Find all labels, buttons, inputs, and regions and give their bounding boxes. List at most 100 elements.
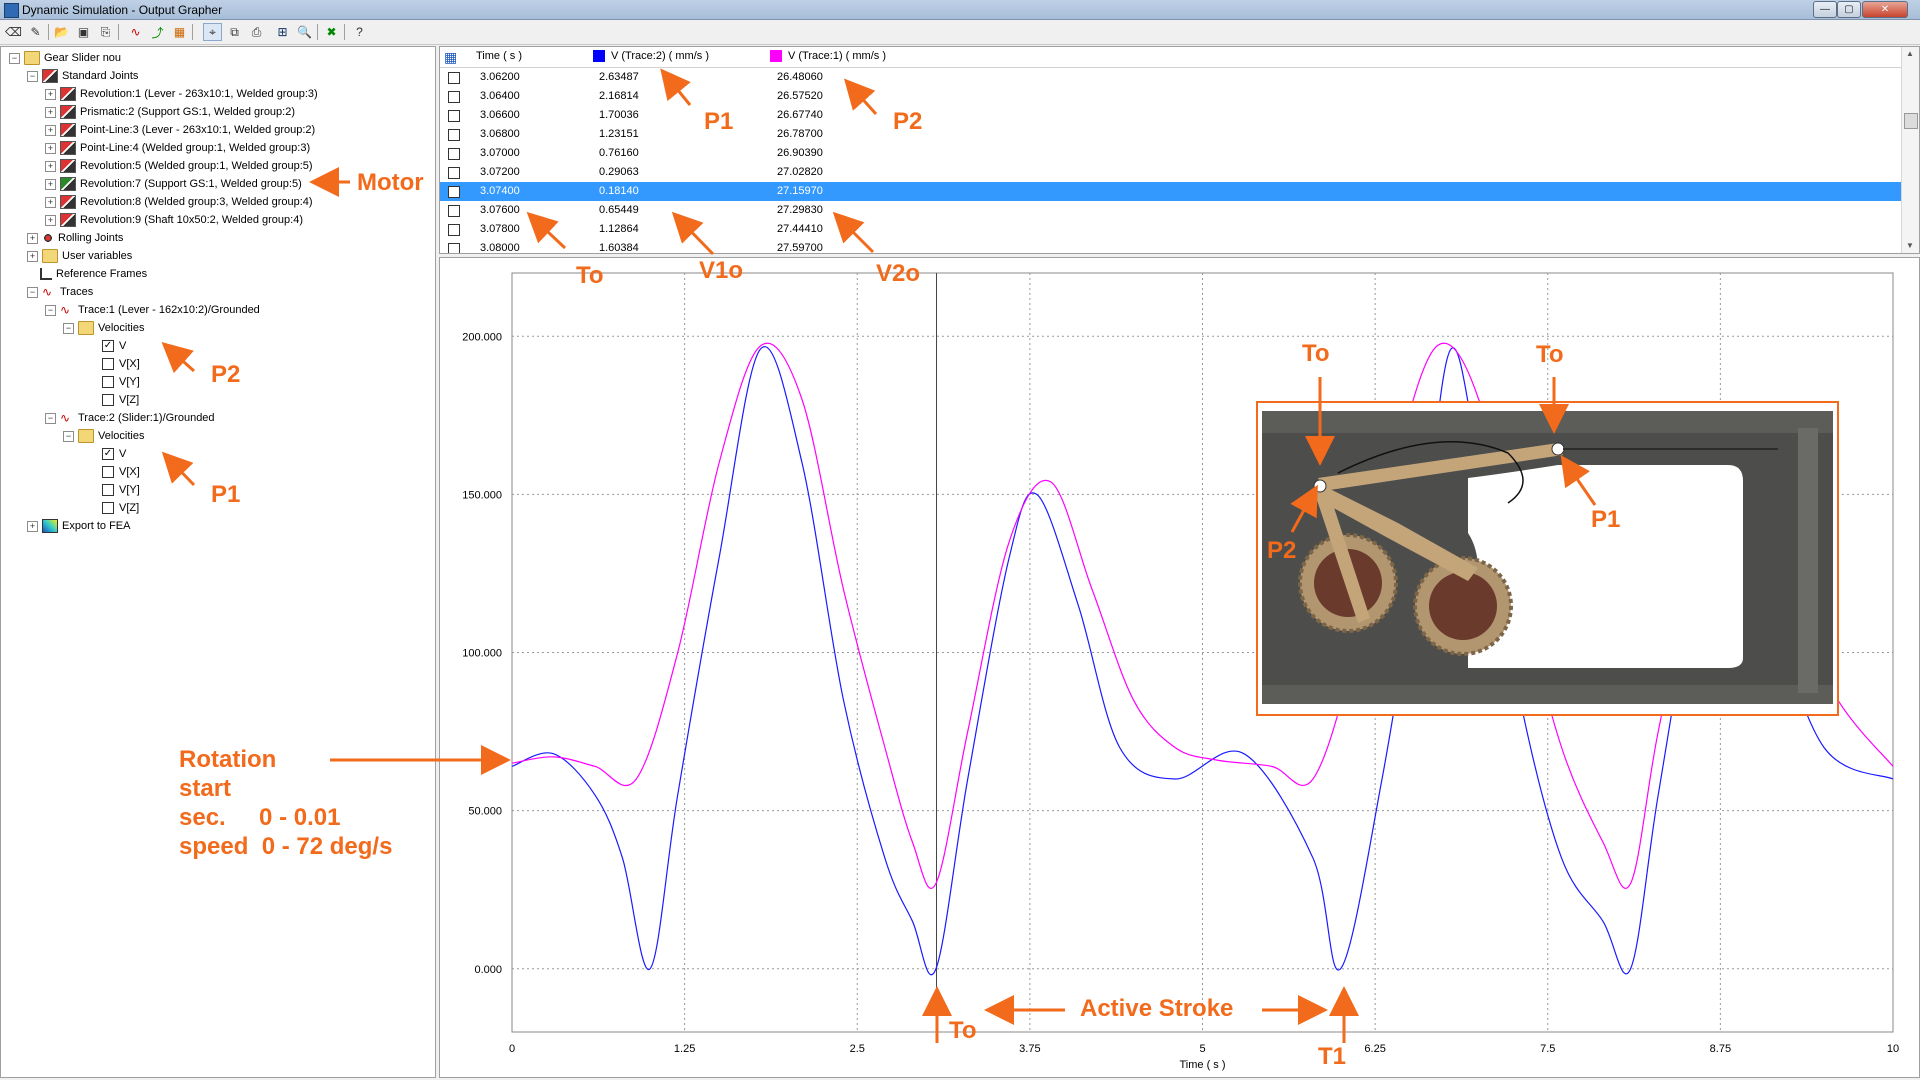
- zoom-icon[interactable]: 🔍: [295, 23, 314, 41]
- tree-trace-2-vy[interactable]: V[Y]: [102, 481, 140, 499]
- chart-icon[interactable]: ▦: [170, 23, 189, 41]
- table-row[interactable]: 3.07800 1.12864 27.44410: [440, 220, 1902, 239]
- column-header-time[interactable]: Time ( s ): [476, 50, 522, 62]
- save-icon[interactable]: ▣: [74, 23, 93, 41]
- table-row[interactable]: 3.06400 2.16814 26.57520: [440, 87, 1902, 106]
- row-checkbox[interactable]: [448, 148, 460, 160]
- column-header-trace2[interactable]: V (Trace:2) ( mm/s ): [593, 50, 709, 63]
- toolbar: ⌫ ✎ 📂 ▣ ⎘ ∿ ⤴ ▦ ⌖ ⧉ ⎙ ⊞ 🔍 ✖ ?: [0, 20, 1920, 45]
- tree-trace-1-velocities[interactable]: − Velocities: [63, 319, 144, 337]
- table-row[interactable]: 3.07000 0.76160 26.90390: [440, 144, 1902, 163]
- toolbar-separator: [118, 24, 119, 40]
- scroll-down-icon[interactable]: ▼: [1906, 241, 1914, 250]
- table-row[interactable]: 3.06600 1.70036 26.67740: [440, 106, 1902, 125]
- tree-joint-point-line-3[interactable]: + Point-Line:3 (Lever - 263x10:1, Welded …: [45, 121, 315, 139]
- tree-reference-frames[interactable]: Reference Frames: [40, 265, 147, 283]
- checkbox-checked[interactable]: ✓: [102, 448, 114, 461]
- table-row[interactable]: 3.08000 1.60384 27.59700: [440, 239, 1902, 253]
- column-header-trace1[interactable]: V (Trace:1) ( mm/s ): [770, 50, 886, 63]
- joint-icon: [60, 159, 76, 174]
- add-curve-icon[interactable]: ⤴: [148, 23, 167, 41]
- tree-label: Gear Slider nou: [44, 52, 122, 64]
- tree-label: V: [119, 340, 127, 352]
- row-checkbox[interactable]: [448, 72, 460, 84]
- scroll-up-icon[interactable]: ▲: [1906, 49, 1914, 58]
- tree-trace-1[interactable]: − ∿ Trace:1 (Lever - 162x10:2)/Grounded: [45, 301, 260, 319]
- folder-icon: [78, 429, 94, 444]
- tree-joint-revolution-1[interactable]: + Revolution:1 (Lever - 263x10:1, Welded …: [45, 85, 318, 103]
- tree-root[interactable]: − Gear Slider nou: [9, 49, 121, 67]
- cell-v-trace2: 2.16814: [599, 90, 639, 102]
- checkbox[interactable]: [102, 394, 114, 407]
- tree-trace-1-vy[interactable]: V[Y]: [102, 373, 140, 391]
- tree-joint-prismatic-2[interactable]: + Prismatic:2 (Support GS:1, Welded group…: [45, 103, 295, 121]
- minimize-button[interactable]: —: [1813, 1, 1837, 18]
- x-tick-label: 2.5: [850, 1043, 865, 1055]
- tree-rolling-joints[interactable]: + Rolling Joints: [27, 229, 123, 247]
- cursor-icon[interactable]: ⌖: [203, 23, 222, 41]
- row-checkbox[interactable]: [448, 91, 460, 103]
- tree-joint-revolution-8[interactable]: + Revolution:8 (Welded group:3, Welded gr…: [45, 193, 313, 211]
- checkbox-checked[interactable]: ✓: [102, 340, 114, 353]
- joint-icon: [60, 87, 76, 102]
- tree-joint-revolution-9[interactable]: + Revolution:9 (Shaft 10x50:2, Welded gro…: [45, 211, 303, 229]
- tree-trace-2-v[interactable]: ✓ V: [102, 445, 126, 463]
- maximize-button[interactable]: ▢: [1837, 1, 1861, 18]
- row-checkbox[interactable]: [448, 110, 460, 122]
- tree-trace-2-velocities[interactable]: − Velocities: [63, 427, 144, 445]
- table-row[interactable]: 3.07600 0.65449 27.29830: [440, 201, 1902, 220]
- row-checkbox[interactable]: [448, 243, 460, 253]
- tree-joint-point-line-4[interactable]: + Point-Line:4 (Welded group:1, Welded gr…: [45, 139, 310, 157]
- tree-trace-1-vx[interactable]: V[X]: [102, 355, 140, 373]
- tree-trace-1-v[interactable]: ✓ V: [102, 337, 126, 355]
- cell-time: 3.06200: [480, 71, 520, 83]
- table-row[interactable]: 3.06200 2.63487 26.48060: [440, 68, 1902, 87]
- checkbox[interactable]: [102, 484, 114, 497]
- tree-trace-2-vz[interactable]: V[Z]: [102, 499, 139, 517]
- checkbox[interactable]: [102, 376, 114, 389]
- help-icon[interactable]: ?: [350, 23, 369, 41]
- row-checkbox[interactable]: [448, 205, 460, 217]
- tree-standard-joints[interactable]: − Standard Joints: [27, 67, 138, 85]
- copy-icon[interactable]: ⧉: [225, 23, 244, 41]
- tree-joint-revolution-7[interactable]: + Revolution:7 (Support GS:1, Welded grou…: [45, 175, 302, 193]
- erase-icon[interactable]: ⌫: [4, 23, 23, 41]
- close-button[interactable]: ✕: [1862, 1, 1908, 18]
- mechanism-inset: [1256, 401, 1839, 716]
- checkbox[interactable]: [102, 502, 114, 515]
- toolbar-separator: [344, 24, 345, 40]
- tree-joint-revolution-5[interactable]: + Revolution:5 (Welded group:1, Welded gr…: [45, 157, 313, 175]
- row-checkbox[interactable]: [448, 129, 460, 141]
- title-bar: Dynamic Simulation - Output Grapher — ▢ …: [0, 0, 1920, 20]
- excel-icon[interactable]: ✖: [322, 23, 341, 41]
- tree-user-variables[interactable]: + User variables: [27, 247, 132, 265]
- tree-trace-2[interactable]: − ∿ Trace:2 (Slider:1)/Grounded: [45, 409, 215, 427]
- scroll-thumb[interactable]: [1904, 113, 1918, 129]
- row-checkbox[interactable]: [448, 224, 460, 236]
- open-icon[interactable]: 📂: [52, 23, 71, 41]
- checkbox[interactable]: [102, 358, 114, 371]
- row-checkbox[interactable]: [448, 186, 460, 198]
- save-as-icon[interactable]: ⎘: [96, 23, 115, 41]
- table-row[interactable]: 3.07200 0.29063 27.02820: [440, 163, 1902, 182]
- annotation-p2-tree: P2: [211, 361, 241, 388]
- table-scrollbar[interactable]: ▲ ▼: [1901, 47, 1919, 253]
- tree-label: V[Z]: [119, 502, 140, 514]
- checkbox[interactable]: [102, 466, 114, 479]
- table-row[interactable]: 3.06800 1.23151 26.78700: [440, 125, 1902, 144]
- annotation-rotation-line: Rotation: [179, 746, 277, 773]
- table-row[interactable]: 3.07400 0.18140 27.15970: [440, 182, 1902, 201]
- curve-icon[interactable]: ∿: [126, 23, 145, 41]
- tree-trace-1-vz[interactable]: V[Z]: [102, 391, 139, 409]
- folder-icon: [78, 321, 94, 336]
- tree-traces[interactable]: − ∿ Traces: [27, 283, 93, 301]
- cell-v-trace2: 0.76160: [599, 147, 639, 159]
- row-checkbox[interactable]: [448, 167, 460, 179]
- tree-trace-2-vx[interactable]: V[X]: [102, 463, 140, 481]
- print-icon[interactable]: ⎙: [247, 23, 266, 41]
- tree-export-fea[interactable]: + Export to FEA: [27, 517, 130, 535]
- zoom-fit-icon[interactable]: ⊞: [273, 23, 292, 41]
- pencil-icon[interactable]: ✎: [26, 23, 45, 41]
- table-settings-icon[interactable]: ▦: [444, 49, 457, 66]
- x-tick-label: 7.5: [1540, 1043, 1555, 1055]
